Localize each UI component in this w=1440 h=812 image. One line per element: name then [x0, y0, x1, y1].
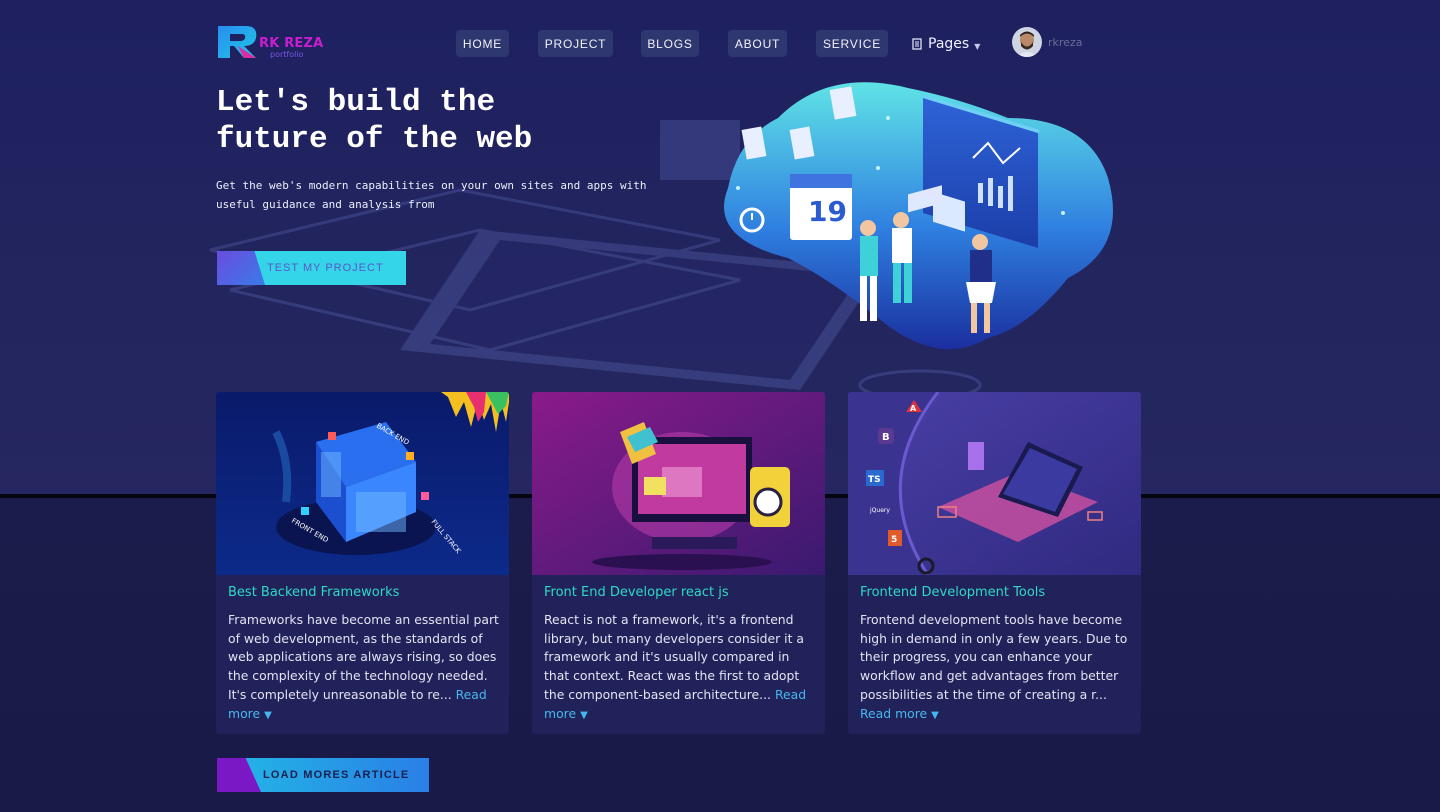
document-icon [912, 38, 922, 50]
jquery-badge: jQuery [869, 507, 890, 514]
card-2-excerpt-text: React is not a framework, it's a fronten… [544, 612, 804, 702]
test-my-project-button[interactable]: TEST MY PROJECT [217, 251, 406, 285]
card-3-title[interactable]: Frontend Development Tools [860, 585, 1130, 600]
caret-down-icon: ▼ [580, 709, 588, 721]
nav-blogs-button[interactable]: BLOGS [641, 30, 699, 57]
nav-project-button[interactable]: PROJECT [538, 30, 613, 57]
hero-title-line-1: Let's build the [216, 85, 496, 120]
hero-title: Let's build the future of the web [216, 84, 676, 158]
caret-down-icon: ▼ [931, 709, 939, 721]
chevron-down-icon: ▼ [974, 41, 981, 51]
bootstrap-badge: B [882, 432, 890, 443]
nav-home-button[interactable]: HOME [456, 30, 509, 57]
brand-tagline: portfolio [270, 50, 304, 59]
typescript-badge: TS [868, 475, 881, 485]
hero-description: Get the web's modern capabilities on you… [216, 179, 647, 211]
card-1-title[interactable]: Best Backend Frameworks [228, 585, 498, 600]
html5-badge: 5 [891, 535, 897, 545]
user-avatar[interactable] [1012, 27, 1042, 57]
load-more-articles-button[interactable]: LOAD MORES ARTICLE [217, 758, 429, 792]
pages-dropdown[interactable]: Pages ▼ [912, 35, 980, 53]
card-2-title[interactable]: Front End Developer react js [544, 585, 814, 600]
backend-frameworks-image: BACK END FRONT END FULL STACK [216, 392, 509, 575]
load-more-label: LOAD MORES ARTICLE [263, 769, 410, 781]
article-card-2[interactable]: Front End Developer react js React is no… [532, 392, 825, 734]
username-label[interactable]: rkreza [1048, 36, 1082, 49]
article-card-1[interactable]: BACK END FRONT END FULL STACK Best Backe… [216, 392, 509, 734]
brand-name: RK REZA [259, 36, 324, 51]
hero-illustration: 19 [724, 82, 1113, 350]
card-1-excerpt: Frameworks have become an essential part… [228, 611, 500, 725]
pages-label: Pages [928, 36, 970, 52]
card-3-excerpt: Frontend development tools have become h… [860, 611, 1132, 725]
article-card-3[interactable]: A B TS jQuery 5 Frontend Development Too… [848, 392, 1141, 734]
angular-badge: A [910, 404, 917, 413]
card-3-excerpt-text: Frontend development tools have become h… [860, 612, 1128, 702]
nav-service-button[interactable]: SERVICE [816, 30, 888, 57]
test-my-project-label: TEST MY PROJECT [267, 262, 384, 274]
hero-title-line-2: future of the web [216, 122, 533, 157]
caret-down-icon: ▼ [264, 709, 272, 721]
react-developer-image [532, 392, 825, 575]
card-2-excerpt: React is not a framework, it's a fronten… [544, 611, 816, 725]
frontend-tools-image: A B TS jQuery 5 [848, 392, 1141, 575]
card-3-read-more-link[interactable]: Read more [860, 706, 927, 721]
nav-about-button[interactable]: ABOUT [728, 30, 787, 57]
calendar-number: 19 [808, 195, 847, 228]
